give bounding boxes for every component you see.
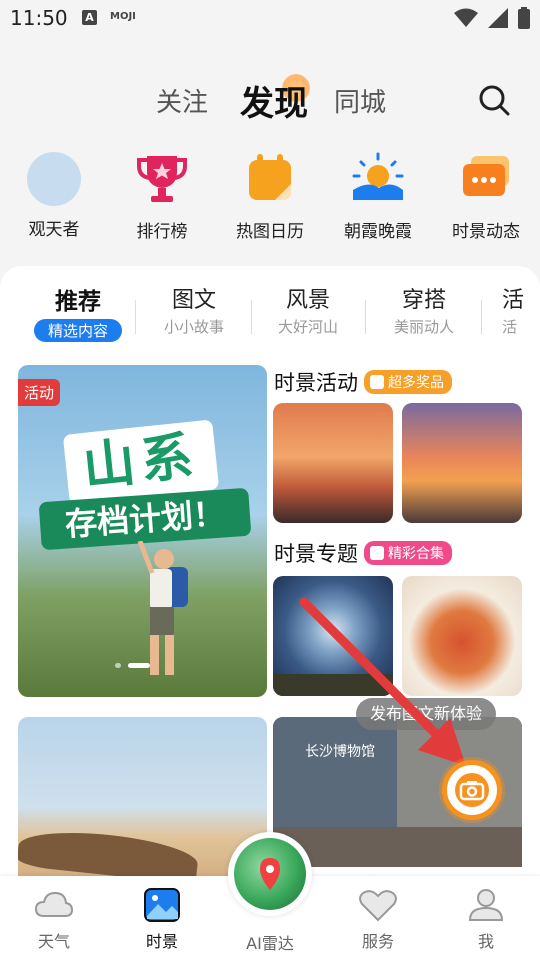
status-bar: 11:50 A MOJI	[0, 0, 540, 36]
category-subtitle: 大好河山	[277, 318, 338, 336]
pager-dot-active	[128, 663, 150, 668]
quick-entry-label: 朝霞晚霞	[344, 222, 412, 242]
moji-notification-icon: MOJI	[110, 11, 136, 22]
calendar-icon	[249, 154, 291, 200]
quick-entry-dynamics[interactable]: 时景动态	[436, 150, 536, 242]
collection-badge: 精彩合集	[364, 541, 452, 565]
notification-a-icon: A	[82, 10, 97, 25]
grid-icon	[370, 546, 384, 560]
image-icon	[144, 888, 180, 922]
camera-icon	[459, 781, 485, 801]
prize-badge: 超多奖品	[364, 370, 452, 394]
nav-service[interactable]: 服务	[338, 888, 418, 952]
quick-entry-sunrise-sunset[interactable]: 朝霞晚霞	[328, 150, 428, 242]
tab-scenery[interactable]: 风景 大好河山	[250, 282, 366, 337]
category-tabs: 推荐 精选内容 图文 小小故事 风景 大好河山 穿搭 美丽动人 活 活	[0, 282, 540, 342]
tab-image-text[interactable]: 图文 小小故事	[136, 282, 252, 337]
badge-label: 超多奖品	[388, 375, 444, 391]
tab-follow[interactable]: 关注	[156, 82, 208, 119]
nav-label: 服务	[361, 932, 394, 951]
system-icons	[454, 7, 530, 29]
category-title: 推荐	[55, 289, 101, 315]
gallery-strip	[273, 827, 522, 867]
battery-icon	[518, 7, 530, 29]
wifi-icon	[454, 8, 478, 27]
section-title: 时景活动	[274, 371, 358, 395]
category-title: 风景	[285, 288, 330, 313]
clock: 11:50	[10, 6, 68, 30]
category-subtitle: 活	[502, 318, 518, 336]
hiker-illustration	[137, 541, 188, 675]
tab-outfit[interactable]: 穿搭 美丽动人	[366, 282, 482, 337]
ai-radar-button[interactable]	[228, 832, 312, 916]
section-title: 时景专题	[274, 542, 358, 566]
section-activity-header[interactable]: 时景活动 超多奖品	[274, 367, 452, 397]
signal-icon	[488, 8, 508, 28]
nav-label: 我	[477, 932, 494, 951]
quick-entry-label: 观天者	[28, 220, 80, 240]
section-topic-header[interactable]: 时景专题 精彩合集	[274, 538, 452, 568]
quick-entries: 观天者 排行榜 热图日历 朝霞晚霞 时景动态	[0, 150, 540, 242]
quick-entry-heat-calendar[interactable]: 热图日历	[220, 150, 320, 242]
nav-me[interactable]: 我	[446, 888, 526, 952]
tab-same-city[interactable]: 同城	[334, 82, 386, 119]
nav-ai-radar[interactable]: AI雷达	[230, 928, 310, 954]
category-title: 活	[502, 288, 525, 313]
tab-more[interactable]: 活 活	[482, 282, 540, 337]
quick-entry-ranking[interactable]: 排行榜	[112, 150, 212, 242]
tab-discover[interactable]: 发现	[240, 76, 308, 125]
category-subtitle: 精选内容	[33, 319, 122, 342]
category-subtitle: 美丽动人	[393, 318, 454, 336]
badge-label: 精彩合集	[388, 546, 444, 562]
cloud-icon	[34, 891, 74, 917]
category-title: 图文	[171, 288, 216, 313]
sunset-photo-horizon[interactable]	[402, 403, 522, 523]
sunrise-icon	[352, 152, 404, 200]
avatar	[25, 152, 83, 210]
nav-label: AI雷达	[246, 934, 294, 953]
nav-weather[interactable]: 天气	[14, 888, 94, 952]
category-title: 穿搭	[401, 288, 446, 313]
nav-label: 时景	[145, 932, 178, 951]
quick-entry-observer[interactable]: 观天者	[4, 150, 104, 240]
category-subtitle: 小小故事	[163, 318, 224, 336]
quick-entry-label: 排行榜	[136, 222, 188, 242]
user-icon	[468, 889, 504, 921]
nav-scenery[interactable]: 时景	[122, 888, 202, 952]
camera-publish-button[interactable]	[442, 760, 502, 820]
quick-entry-label: 时景动态	[452, 222, 520, 242]
heart-hands-icon	[359, 890, 397, 922]
chat-bubble-icon	[463, 156, 509, 196]
trophy-icon	[137, 156, 187, 202]
top-tabs: 关注 发现 同城	[0, 70, 540, 126]
quick-entry-label: 热图日历	[236, 222, 304, 242]
gift-icon	[370, 375, 384, 389]
tab-recommend[interactable]: 推荐 精选内容	[20, 282, 136, 342]
search-icon[interactable]	[476, 82, 512, 118]
activity-tag: 活动	[18, 379, 61, 406]
radar-globe-icon	[234, 838, 306, 910]
pager-dot	[115, 663, 121, 668]
activity-banner[interactable]: 活动 山系 存档计划！	[18, 365, 267, 697]
sunset-photo-city[interactable]	[273, 403, 393, 523]
nav-label: 天气	[37, 932, 70, 951]
pointer-arrow	[299, 597, 466, 766]
